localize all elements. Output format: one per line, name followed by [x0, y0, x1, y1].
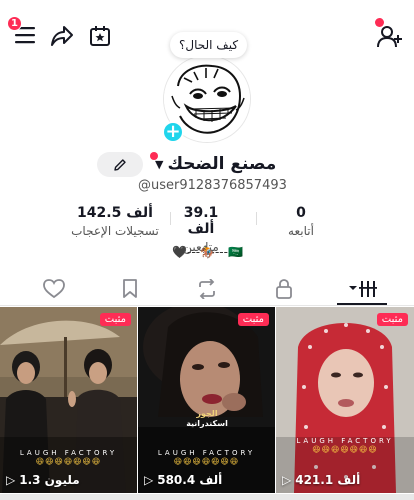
pinned-badge: مثبت	[99, 313, 131, 326]
share-icon	[51, 26, 73, 46]
heart-icon	[43, 279, 65, 299]
tab-videos[interactable]	[346, 277, 382, 301]
tab-liked[interactable]	[40, 277, 68, 301]
add-story-button[interactable]: +	[162, 121, 184, 143]
video-caption-line: الجوز	[196, 409, 218, 418]
video-emojis: 😆😆😆😆😆😆😆	[173, 457, 240, 466]
video-caption: الجوز اسكندرانية	[178, 409, 236, 429]
likes-stat[interactable]: 142.5 ألف تسجيلات الإعجاب	[60, 205, 170, 238]
status-bubble[interactable]: كيف الحال؟	[170, 32, 248, 58]
pinned-badge: مثبت	[376, 313, 408, 326]
lock-icon	[276, 279, 292, 299]
content-tabs	[0, 272, 414, 306]
pencil-icon	[114, 158, 126, 171]
play-icon: ▷	[282, 473, 292, 487]
username: @user9128376857493	[138, 178, 287, 193]
bio: 🖤---🏇---🇸🇦	[172, 245, 243, 259]
active-tab-indicator	[337, 303, 387, 305]
repost-icon	[199, 279, 215, 299]
video-watermark: LAUGH FACTORY	[19, 449, 118, 457]
calendar-button[interactable]	[87, 23, 113, 49]
add-user-icon	[377, 26, 402, 48]
view-count-text: 1.3 مليون	[19, 473, 80, 487]
video-caption-line: اسكندرانية	[186, 419, 228, 428]
next-row-strip	[0, 494, 414, 500]
calendar-star-icon	[90, 26, 110, 46]
display-name-text: مصنع الضحك	[167, 154, 277, 174]
video-tile[interactable]: الجوز اسكندرانية LAUGH FACTORY 😆😆😆😆😆😆😆 م…	[138, 307, 275, 493]
following-value: 0	[296, 205, 306, 221]
likes-label: تسجيلات الإعجاب	[71, 224, 159, 238]
tab-reposts[interactable]	[193, 277, 221, 301]
video-grid: LAUGH FACTORY 😆😆😆😆😆😆😆 مثبت ▷ 1.3 مليون ا…	[0, 307, 414, 500]
tab-favorites[interactable]	[116, 277, 144, 301]
play-icon: ▷	[6, 473, 16, 487]
add-friend-dot	[375, 18, 384, 27]
share-button[interactable]	[49, 23, 75, 49]
view-count-text: 421.1 ألف	[295, 473, 361, 487]
view-count-text: 580.4 ألف	[157, 473, 223, 487]
notification-badge: 1	[7, 16, 22, 31]
display-name[interactable]: مصنع الضحك ▼	[155, 153, 276, 175]
following-label: أتابعه	[288, 224, 314, 238]
view-count: ▷ 1.3 مليون	[6, 473, 80, 487]
edit-profile-button[interactable]	[97, 152, 143, 177]
video-watermark: LAUGH FACTORY	[296, 437, 394, 445]
stat-divider	[256, 212, 257, 225]
add-friend-button[interactable]	[376, 23, 404, 51]
view-count: ▷ 421.1 ألف	[282, 473, 360, 487]
plus-icon: +	[165, 121, 181, 142]
pinned-badge: مثبت	[237, 313, 269, 326]
grid-sort-icon	[349, 281, 377, 297]
tab-private[interactable]	[270, 277, 298, 301]
following-stat[interactable]: 0 أتابعه	[272, 205, 330, 238]
play-icon: ▷	[144, 473, 154, 487]
video-thumbnail	[276, 307, 414, 493]
video-emojis: 😆😆😆😆😆😆😆	[312, 445, 378, 454]
video-watermark: LAUGH FACTORY	[157, 449, 256, 457]
view-count: ▷ 580.4 ألف	[144, 473, 222, 487]
chevron-down-icon: ▼	[155, 157, 164, 171]
video-emojis: 😆😆😆😆😆😆😆	[35, 457, 102, 466]
bookmark-icon	[123, 279, 137, 298]
likes-value: 142.5 ألف	[77, 205, 153, 221]
followers-value: 39.1 ألف	[183, 205, 219, 237]
video-tile[interactable]: LAUGH FACTORY 😆😆😆😆😆😆😆 مثبت ▷ 1.3 مليون	[0, 307, 137, 493]
video-tile[interactable]: LAUGH FACTORY 😆😆😆😆😆😆😆 مثبت ▷ 421.1 ألف	[276, 307, 414, 493]
